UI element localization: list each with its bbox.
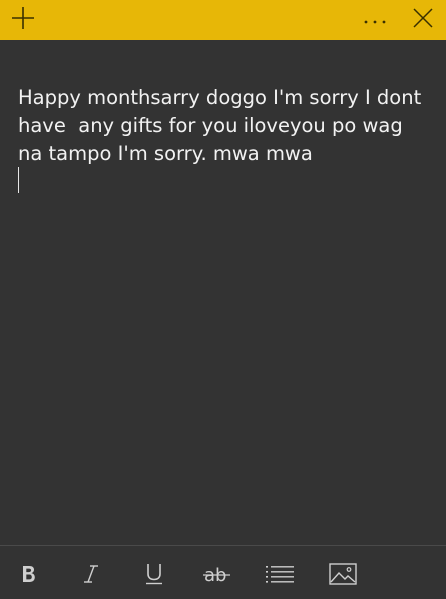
note-text[interactable]: Happy monthsarry doggo I'm sorry I dont … bbox=[18, 84, 428, 168]
list-icon bbox=[266, 565, 294, 583]
format-toolbar: ab bbox=[0, 546, 446, 599]
text-caret bbox=[18, 167, 19, 193]
image-icon bbox=[329, 563, 357, 585]
ellipsis-icon bbox=[362, 11, 388, 30]
bullet-list-button[interactable] bbox=[262, 556, 298, 592]
underline-icon bbox=[145, 563, 163, 585]
close-button[interactable] bbox=[400, 0, 446, 40]
italic-icon bbox=[83, 564, 99, 584]
menu-button[interactable] bbox=[352, 0, 398, 40]
strikethrough-icon: ab bbox=[203, 563, 231, 585]
insert-image-button[interactable] bbox=[325, 556, 361, 592]
italic-button[interactable] bbox=[73, 556, 109, 592]
note-editor[interactable]: Happy monthsarry doggo I'm sorry I dont … bbox=[0, 40, 446, 545]
underline-button[interactable] bbox=[136, 556, 172, 592]
add-note-button[interactable] bbox=[0, 0, 46, 40]
title-bar bbox=[0, 0, 446, 40]
close-icon bbox=[413, 8, 433, 32]
plus-icon bbox=[11, 6, 35, 34]
bold-icon bbox=[20, 564, 38, 584]
sticky-note-window: Happy monthsarry doggo I'm sorry I dont … bbox=[0, 0, 446, 599]
strikethrough-button[interactable]: ab bbox=[199, 556, 235, 592]
bold-button[interactable] bbox=[11, 556, 47, 592]
